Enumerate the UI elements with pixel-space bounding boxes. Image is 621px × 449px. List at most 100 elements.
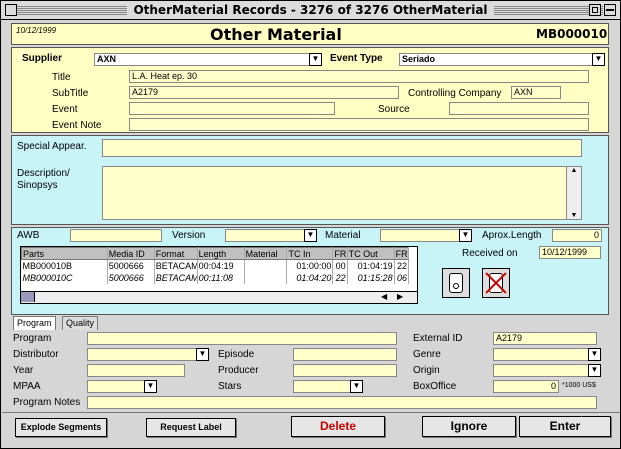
chevron-down-icon[interactable]: ▼ [309, 53, 322, 66]
awb-label: AWB [17, 230, 40, 241]
table-cell: 00:11:08 [197, 271, 245, 284]
mpaa-label: MPAA [13, 381, 41, 392]
source-field[interactable] [449, 102, 589, 115]
table-cell: 01:04:20 [286, 271, 334, 284]
aprox-length-field[interactable]: 0 [552, 229, 602, 242]
controlling-company-field[interactable]: AXN [511, 86, 561, 99]
external-id-label: External ID [413, 333, 463, 344]
scroll-up-icon[interactable]: ▲ [567, 167, 581, 174]
event-note-label: Event Note [52, 120, 102, 131]
table-cell: 01:04:19 [347, 259, 395, 272]
chevron-down-icon[interactable]: ▼ [588, 364, 601, 377]
box-office-label: BoxOffice [413, 381, 457, 392]
description-label-line2: Sinopsys [17, 180, 58, 191]
column-header[interactable]: Length [196, 247, 245, 260]
column-header[interactable]: FR [332, 247, 348, 260]
description-field[interactable] [102, 166, 582, 220]
print-label-icon[interactable] [442, 268, 470, 298]
program-label: Program [13, 333, 52, 344]
column-header[interactable]: Media ID [106, 247, 155, 260]
scroll-thumb[interactable] [21, 292, 35, 302]
delete-button[interactable]: Delete [291, 416, 385, 437]
column-header[interactable]: Format [153, 247, 198, 260]
collapse-box-icon[interactable] [604, 4, 616, 16]
subtitle-label: SubTitle [52, 88, 89, 99]
chevron-down-icon[interactable]: ▼ [304, 229, 317, 242]
request-label-button[interactable]: Request Label [146, 418, 236, 437]
episode-field[interactable] [293, 348, 397, 361]
description-scrollbar[interactable]: ▲ ▼ [566, 166, 582, 220]
subtitle-field[interactable]: A2179 [129, 86, 399, 99]
column-header[interactable]: TC Out [346, 247, 395, 260]
received-on-field[interactable]: 10/12/1999 [539, 246, 601, 259]
origin-label: Origin [413, 365, 440, 376]
year-field[interactable] [87, 364, 185, 377]
external-id-field[interactable]: A2179 [493, 332, 597, 345]
chevron-down-icon[interactable]: ▼ [196, 348, 209, 361]
controlling-company-label: Controlling Company [408, 88, 502, 99]
distributor-select[interactable] [87, 348, 209, 361]
table-cell: 22 [394, 259, 410, 272]
chevron-down-icon[interactable]: ▼ [588, 348, 601, 361]
table-cell: MB000010C [21, 271, 108, 284]
no-label-icon[interactable] [482, 268, 510, 298]
explode-segments-button[interactable]: Explode Segments [15, 418, 107, 437]
chevron-down-icon[interactable]: ▼ [144, 380, 157, 393]
title-bar[interactable]: OtherMaterial Records - 3276 of 3276 Oth… [1, 1, 620, 20]
supplier-label: Supplier [22, 53, 63, 64]
column-header[interactable]: TC In [286, 247, 334, 260]
zoom-box-icon[interactable] [589, 4, 601, 16]
tab-program[interactable]: Program [13, 316, 56, 330]
chevron-down-icon[interactable]: ▼ [350, 380, 363, 393]
program-notes-label: Program Notes [13, 397, 81, 408]
table-cell: 01:00:00 [286, 259, 334, 272]
table-header: Parts Media ID Format Length Material TC In FR… [21, 247, 410, 260]
supplier-select[interactable]: AXN [94, 53, 322, 66]
table-row[interactable]: MB000010B 5000666 BETACAM 00:04:19 01:00:00 0… [21, 259, 410, 272]
received-on-label: Received on [462, 248, 518, 259]
producer-field[interactable] [293, 364, 397, 377]
title-label: Title [52, 72, 71, 83]
page-title: Other Material [210, 25, 342, 44]
table-cell [244, 259, 288, 272]
scroll-left-icon[interactable]: ◀ [381, 292, 387, 301]
table-cell: 06 [394, 271, 410, 284]
table-cell: 5000666 [107, 271, 155, 284]
parts-table[interactable]: Parts Media ID Format Length Material TC In FR… [20, 246, 418, 304]
genre-select[interactable] [493, 348, 601, 361]
description-label-line1: Description/ [17, 168, 70, 179]
column-header[interactable]: Parts [21, 247, 108, 260]
origin-select[interactable] [493, 364, 601, 377]
table-cell: 5000666 [107, 259, 155, 272]
enter-button[interactable]: Enter [519, 416, 611, 437]
event-type-select[interactable]: Seriado [399, 53, 605, 66]
event-note-field[interactable] [129, 118, 589, 131]
program-notes-field[interactable] [87, 396, 597, 409]
table-cell [244, 271, 288, 284]
distributor-label: Distributor [13, 349, 59, 360]
header-bar: 10/12/1999 Other Material MB000010 [11, 23, 609, 45]
event-field[interactable] [129, 102, 335, 115]
column-header[interactable]: FR [393, 247, 410, 260]
program-field[interactable] [87, 332, 397, 345]
stars-label: Stars [218, 381, 242, 392]
chevron-down-icon[interactable]: ▼ [459, 229, 472, 242]
table-row[interactable]: MB000010C 5000666 BETACAM 00:11:08 01:04:20 2… [21, 271, 410, 284]
special-appear-field[interactable] [102, 139, 582, 157]
table-h-scrollbar[interactable]: ◀ ▶ [21, 291, 417, 303]
table-cell: BETACAM [154, 259, 198, 272]
tab-quality[interactable]: Quality [62, 316, 99, 330]
scroll-down-icon[interactable]: ▼ [567, 212, 581, 219]
title-field[interactable]: L.A. Heat ep. 30 [129, 70, 589, 83]
table-body: MB000010B 5000666 BETACAM 00:04:19 01:00:00 0… [21, 259, 410, 284]
chevron-down-icon[interactable]: ▼ [592, 53, 605, 66]
column-header[interactable]: Material [243, 247, 288, 260]
scroll-right-icon[interactable]: ▶ [397, 292, 403, 301]
footer-divider [2, 412, 620, 413]
episode-label: Episode [218, 349, 255, 360]
ignore-button[interactable]: Ignore [422, 416, 516, 437]
box-office-field[interactable]: 0 [493, 380, 559, 393]
year-label: Year [13, 365, 34, 376]
awb-field[interactable] [70, 229, 162, 242]
aprox-length-label: Aprox.Length [482, 230, 542, 241]
